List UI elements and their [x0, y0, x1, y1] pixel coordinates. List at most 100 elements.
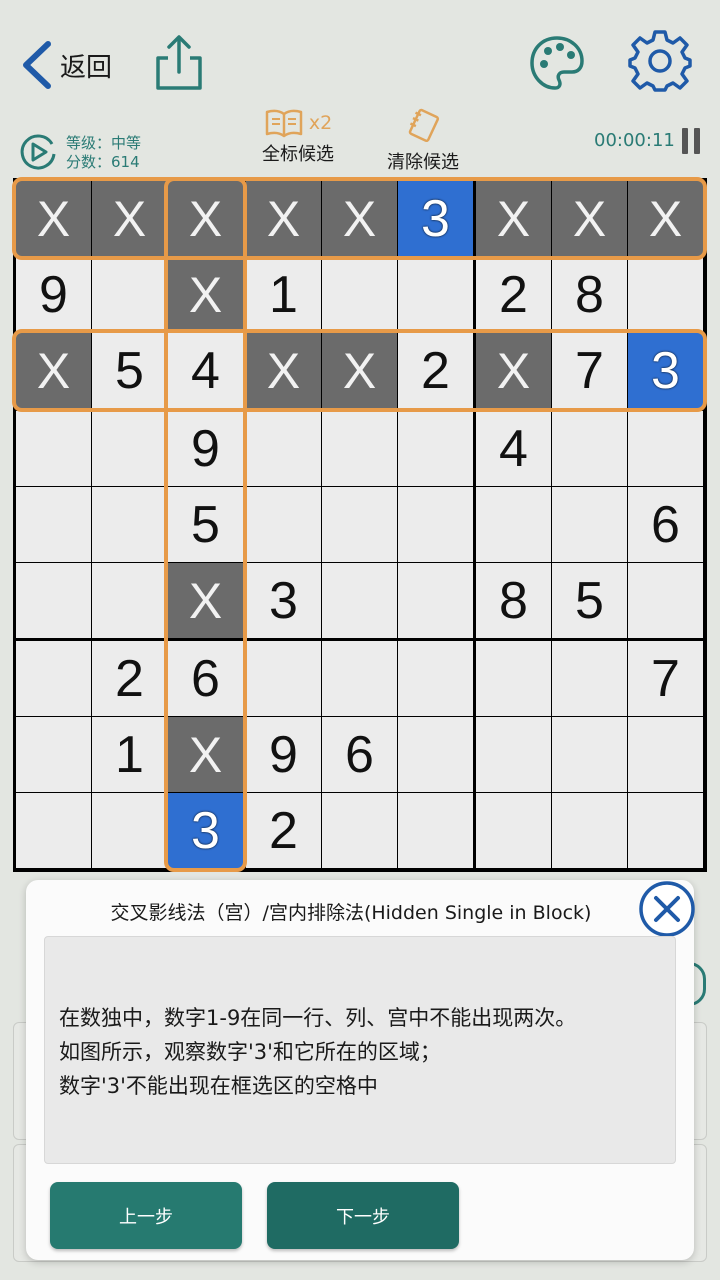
sudoku-cell[interactable]: 9 — [168, 411, 243, 486]
sudoku-cell[interactable] — [476, 717, 551, 792]
sudoku-cell[interactable]: X — [168, 257, 243, 332]
sudoku-cell[interactable] — [476, 641, 551, 716]
sudoku-cell[interactable]: 7 — [628, 641, 703, 716]
sudoku-cell[interactable]: 1 — [92, 717, 167, 792]
sudoku-cell[interactable] — [92, 411, 167, 486]
sudoku-cell[interactable] — [246, 411, 321, 486]
sudoku-cell[interactable] — [16, 717, 91, 792]
sudoku-cell[interactable] — [92, 793, 167, 868]
sudoku-cell[interactable] — [552, 411, 627, 486]
previous-step-button[interactable]: 上一步 — [50, 1182, 242, 1249]
back-button[interactable]: 返回 — [18, 38, 112, 92]
sudoku-cell[interactable]: 4 — [168, 333, 243, 408]
sudoku-cell[interactable]: 5 — [552, 563, 627, 638]
back-label: 返回 — [60, 52, 113, 83]
clear-candidates-button[interactable]: 清除候选 — [378, 108, 468, 174]
sudoku-cell[interactable] — [628, 411, 703, 486]
sudoku-cell[interactable]: 2 — [398, 333, 473, 408]
sudoku-cell[interactable] — [16, 641, 91, 716]
sudoku-cell[interactable] — [398, 257, 473, 332]
sudoku-cell[interactable]: X — [552, 181, 627, 256]
settings-button[interactable] — [628, 30, 692, 94]
sudoku-cell[interactable]: X — [168, 717, 243, 792]
sudoku-cell[interactable] — [322, 411, 397, 486]
sudoku-cell[interactable]: 1 — [246, 257, 321, 332]
sudoku-cell[interactable] — [552, 793, 627, 868]
sudoku-cell[interactable]: 3 — [628, 333, 703, 408]
sudoku-cell[interactable] — [322, 641, 397, 716]
dialog-title: 交叉影线法（宫）/宫内排除法(Hidden Single in Block) — [110, 902, 592, 924]
sudoku-cell[interactable]: 3 — [168, 793, 243, 868]
sudoku-cell[interactable]: 8 — [552, 257, 627, 332]
sudoku-cell[interactable] — [628, 793, 703, 868]
sudoku-cell[interactable] — [552, 487, 627, 562]
sudoku-cell[interactable] — [322, 487, 397, 562]
sudoku-cell[interactable]: 9 — [246, 717, 321, 792]
sudoku-cell[interactable] — [16, 563, 91, 638]
sudoku-cell[interactable] — [398, 641, 473, 716]
sudoku-cell[interactable] — [322, 793, 397, 868]
dialog-body: 在数独中，数字1-9在同一行、列、宫中不能出现两次。 如图所示，观察数字'3'和… — [44, 936, 676, 1164]
sudoku-cell[interactable] — [16, 487, 91, 562]
sudoku-cell[interactable]: X — [168, 181, 243, 256]
sudoku-cell[interactable] — [246, 641, 321, 716]
sudoku-cell[interactable]: 4 — [476, 411, 551, 486]
sudoku-cell[interactable]: 6 — [322, 717, 397, 792]
sudoku-cell[interactable]: X — [322, 181, 397, 256]
sudoku-cell[interactable] — [398, 411, 473, 486]
sudoku-cell[interactable] — [476, 487, 551, 562]
sudoku-cell[interactable]: 2 — [246, 793, 321, 868]
sudoku-cell[interactable] — [246, 487, 321, 562]
mark-all-candidates-button[interactable]: x2 全标候选 — [252, 108, 344, 166]
sudoku-cell[interactable]: 5 — [168, 487, 243, 562]
sudoku-cell[interactable]: 8 — [476, 563, 551, 638]
sudoku-cell[interactable] — [552, 717, 627, 792]
sudoku-cell[interactable] — [92, 257, 167, 332]
sudoku-cell[interactable] — [322, 257, 397, 332]
next-step-button[interactable]: 下一步 — [267, 1182, 459, 1249]
tutorial-dialog: 交叉影线法（宫）/宫内排除法(Hidden Single in Block) 在… — [26, 880, 696, 1260]
sudoku-cell[interactable]: X — [322, 333, 397, 408]
close-icon — [639, 881, 695, 937]
palette-button[interactable] — [528, 34, 586, 92]
sudoku-cell[interactable] — [92, 487, 167, 562]
sudoku-cell[interactable] — [16, 793, 91, 868]
sudoku-cell[interactable]: X — [476, 181, 551, 256]
sudoku-cell[interactable]: 9 — [16, 257, 91, 332]
pause-button[interactable] — [682, 128, 700, 154]
sudoku-cell[interactable] — [322, 563, 397, 638]
sudoku-cell[interactable]: 5 — [92, 333, 167, 408]
sudoku-cell[interactable] — [628, 717, 703, 792]
sudoku-cell[interactable] — [16, 411, 91, 486]
sudoku-cell[interactable]: 2 — [92, 641, 167, 716]
close-button[interactable] — [638, 880, 696, 938]
sudoku-cell[interactable]: 7 — [552, 333, 627, 408]
sudoku-cell[interactable]: 3 — [246, 563, 321, 638]
sudoku-cell[interactable] — [476, 793, 551, 868]
sudoku-cell[interactable]: X — [92, 181, 167, 256]
sudoku-cell[interactable]: 2 — [476, 257, 551, 332]
sudoku-cell[interactable] — [552, 641, 627, 716]
sudoku-cell[interactable]: X — [476, 333, 551, 408]
sudoku-cell[interactable]: X — [246, 333, 321, 408]
play-circle-icon — [20, 134, 56, 170]
sudoku-cell[interactable]: X — [628, 181, 703, 256]
sudoku-cell[interactable]: 6 — [628, 487, 703, 562]
timer: 00:00:11 — [594, 130, 675, 151]
share-button[interactable] — [150, 32, 208, 92]
sudoku-cell[interactable] — [92, 563, 167, 638]
sudoku-cell[interactable] — [628, 563, 703, 638]
sudoku-cell[interactable] — [398, 563, 473, 638]
sudoku-cell[interactable]: X — [16, 333, 91, 408]
level-info: 等级：中等 分数：614 — [66, 134, 141, 172]
sudoku-cell[interactable] — [628, 257, 703, 332]
sudoku-cell[interactable] — [398, 487, 473, 562]
sudoku-cell[interactable]: X — [16, 181, 91, 256]
sudoku-cell[interactable]: X — [168, 563, 243, 638]
sudoku-cell[interactable]: X — [246, 181, 321, 256]
sudoku-cell[interactable] — [398, 717, 473, 792]
sudoku-cell[interactable]: 3 — [398, 181, 473, 256]
sudoku-cell[interactable]: 6 — [168, 641, 243, 716]
sudoku-cell[interactable] — [398, 793, 473, 868]
palette-icon — [530, 36, 584, 90]
